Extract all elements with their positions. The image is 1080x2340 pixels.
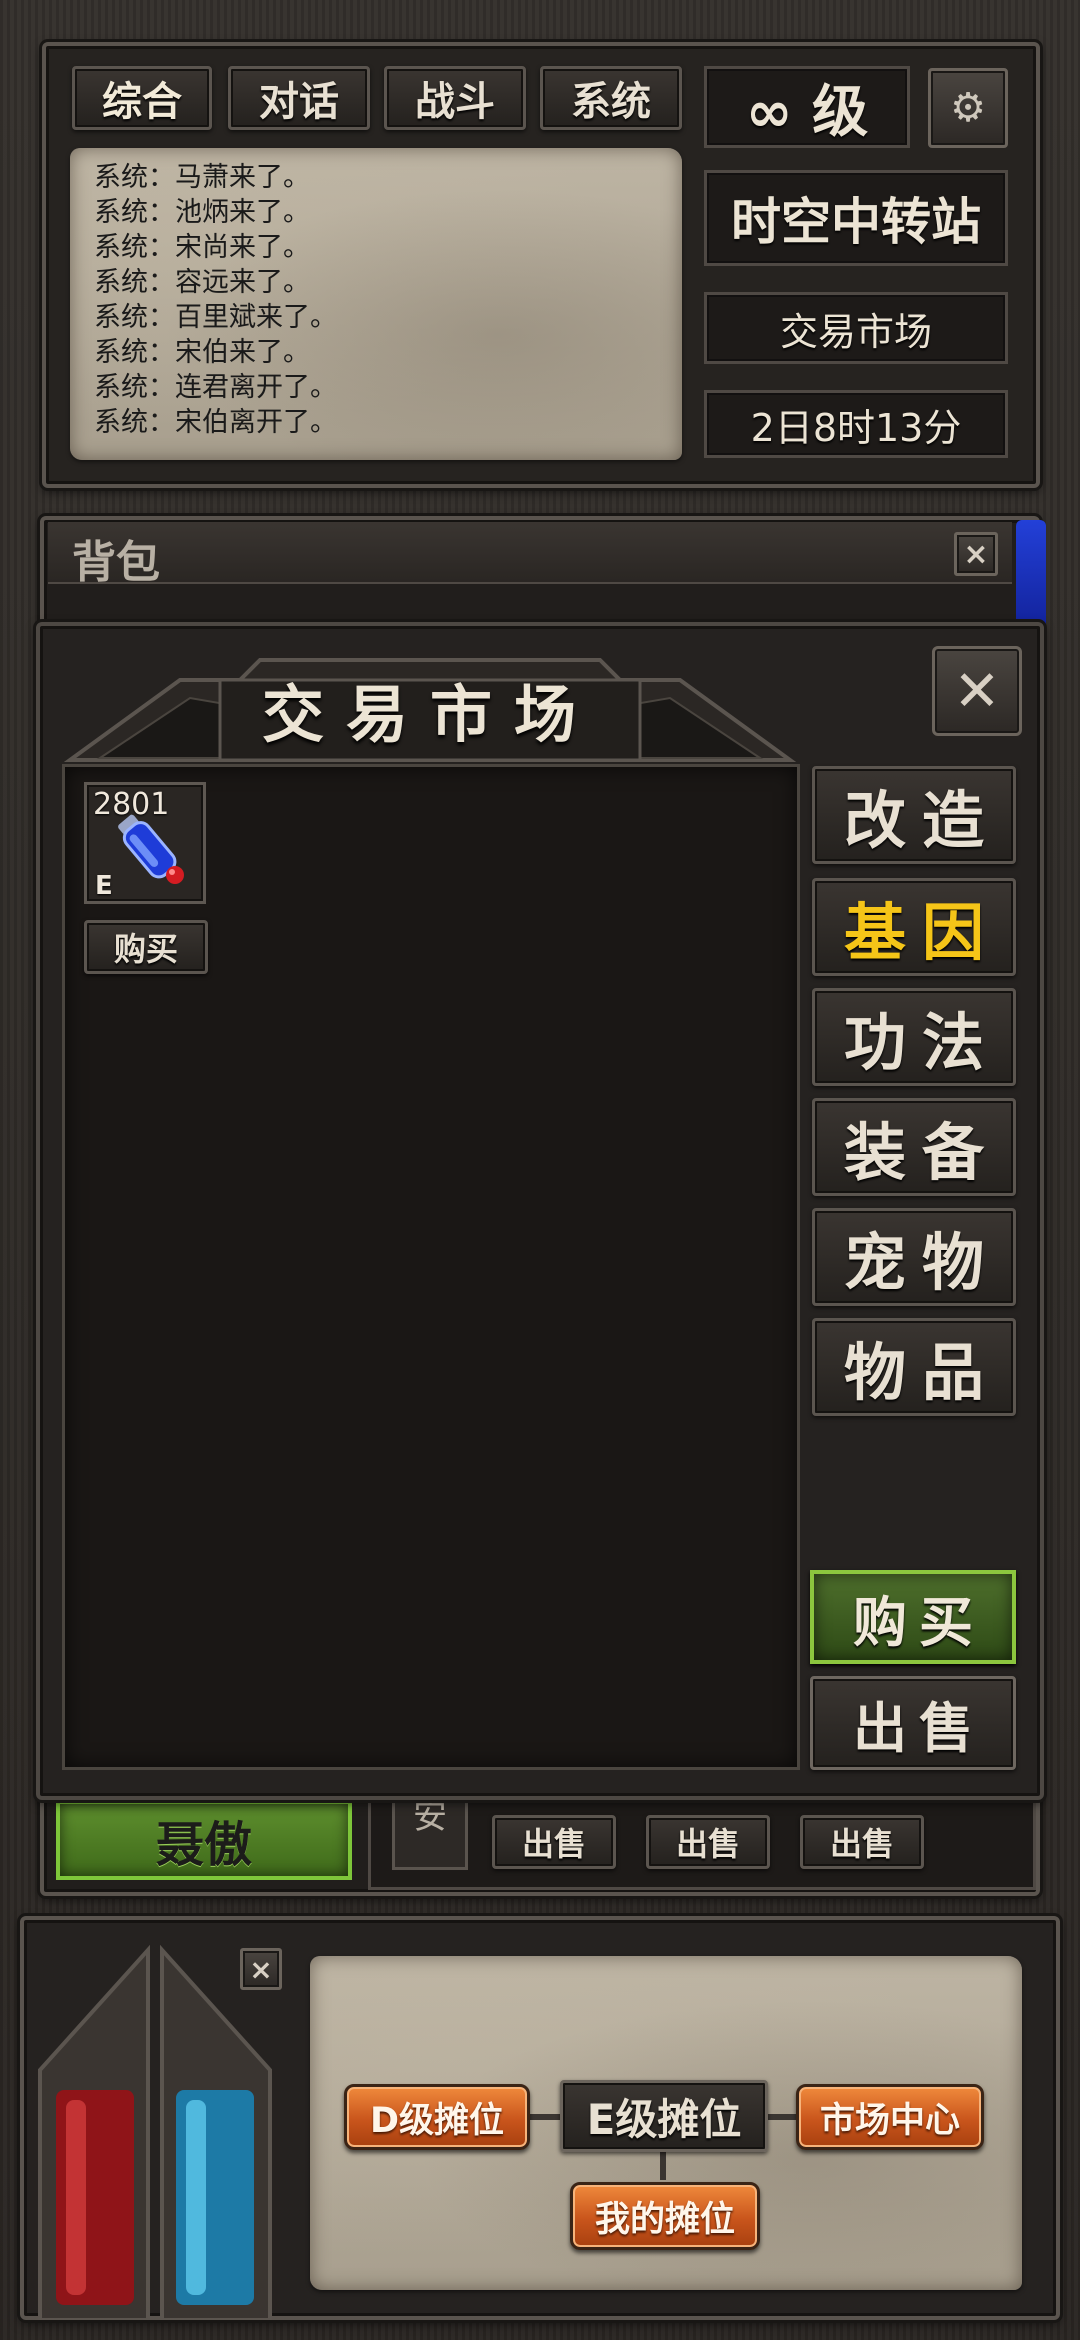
chat-line: 系统：宋伯离开了。	[94, 407, 337, 438]
d-stall-button[interactable]: D级摊位	[344, 2084, 530, 2150]
backpack-header	[48, 522, 1012, 584]
category-pet[interactable]: 宠物	[812, 1208, 1016, 1306]
market-item-grid	[62, 764, 800, 1770]
category-technique[interactable]: 功法	[812, 988, 1016, 1086]
sell-button-3[interactable]: 出售	[800, 1815, 924, 1869]
item-buy-button[interactable]: 购买	[84, 920, 208, 974]
chat-line: 系统：马萧来了。	[94, 162, 310, 193]
category-gene[interactable]: 基因	[812, 878, 1016, 976]
partial-item-icon: 安	[392, 1790, 468, 1870]
market-center-button[interactable]: 市场中心	[796, 2084, 984, 2150]
item-grade: E	[95, 871, 113, 901]
chat-line: 系统：连君离开了。	[94, 372, 337, 403]
market-close-button[interactable]: ✕	[932, 646, 1022, 736]
backpack-title: 背包	[72, 537, 160, 588]
tab-all[interactable]: 综合	[72, 66, 212, 130]
gear-icon: ⚙	[950, 85, 986, 131]
location-display: 时空中转站	[704, 170, 1008, 266]
my-stall-button[interactable]: 我的摊位	[570, 2182, 760, 2250]
tab-system[interactable]: 系统	[540, 66, 682, 130]
item-count: 2801	[93, 787, 170, 822]
blue-edge-glow	[1016, 520, 1046, 630]
hp-mp-gauge	[38, 1944, 272, 2320]
close-icon: ✕	[953, 658, 1001, 724]
backpack-close-button[interactable]: ×	[954, 532, 998, 576]
market-item-slot[interactable]: 2801 E	[84, 782, 206, 904]
e-stall-button[interactable]: E级摊位	[560, 2080, 768, 2152]
time-display: 2日8时13分	[704, 390, 1008, 458]
stall-close-button[interactable]: ×	[240, 1948, 282, 1990]
sell-button-1[interactable]: 出售	[492, 1815, 616, 1869]
market-buy-button[interactable]: 购买	[810, 1570, 1016, 1664]
chat-line: 系统：宋伯来了。	[94, 337, 310, 368]
sell-button-2[interactable]: 出售	[646, 1815, 770, 1869]
chat-line: 系统：池炳来了。	[94, 197, 310, 228]
chat-line: 系统：宋尚来了。	[94, 232, 310, 263]
category-equipment[interactable]: 装备	[812, 1098, 1016, 1196]
area-display: 交易市场	[704, 292, 1008, 364]
category-modify[interactable]: 改造	[812, 766, 1016, 864]
market-title: 交易市场	[261, 678, 598, 751]
tab-dialogue[interactable]: 对话	[228, 66, 370, 130]
tab-battle[interactable]: 战斗	[384, 66, 526, 130]
chat-log[interactable]: 系统：马萧来了。 系统：池炳来了。 系统：宋尚来了。 系统：容远来了。 系统：百…	[70, 148, 682, 460]
chat-lines: 系统：马萧来了。 系统：池炳来了。 系统：宋尚来了。 系统：容远来了。 系统：百…	[94, 160, 337, 440]
level-display: ∞ 级	[704, 66, 910, 148]
chat-line: 系统：容远来了。	[94, 267, 310, 298]
market-sell-button[interactable]: 出售	[810, 1676, 1016, 1770]
player-name: 聂傲	[155, 1817, 252, 1873]
player-name-button[interactable]: 聂傲	[56, 1800, 352, 1880]
settings-button[interactable]: ⚙	[928, 68, 1008, 148]
category-item[interactable]: 物品	[812, 1318, 1016, 1416]
chat-line: 系统：百里斌来了。	[94, 302, 337, 333]
stall-connector-v	[660, 2150, 666, 2180]
